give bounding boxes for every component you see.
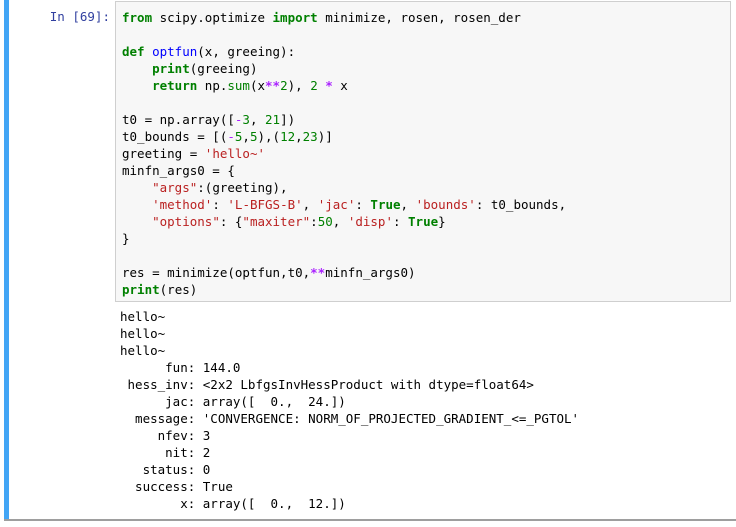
cell-input-row: In [69]: from scipy.optimize import mini…: [0, 0, 736, 303]
notebook-container: In [69]: from scipy.optimize import mini…: [0, 0, 736, 527]
stdout-output: hello~ hello~ hello~ fun: 144.0 hess_inv…: [120, 309, 580, 511]
input-prompt-label: In [69]:: [49, 9, 110, 24]
cell-bottom-divider: [4, 519, 736, 521]
code-source[interactable]: from scipy.optimize import minimize, ros…: [122, 9, 726, 298]
code-editor[interactable]: from scipy.optimize import minimize, ros…: [115, 1, 731, 302]
